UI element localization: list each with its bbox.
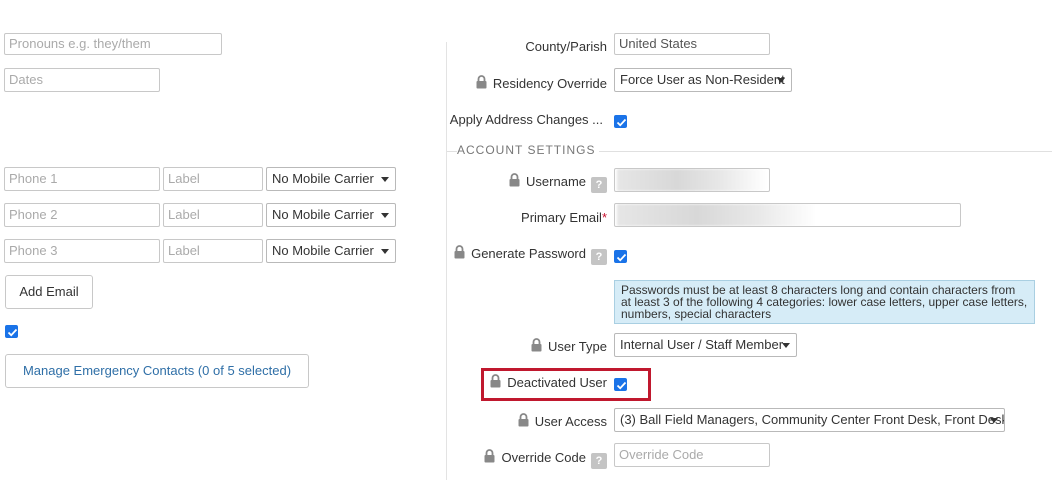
chevron-down-icon: [381, 177, 389, 182]
deactivated-user-highlight: [481, 368, 651, 401]
lock-icon: [484, 449, 495, 463]
residency-override-select[interactable]: Force User as Non-Resident: [614, 68, 792, 92]
phone-3-label-placeholder: Label: [168, 243, 200, 258]
user-type-label-text: User Type: [547, 339, 607, 354]
phone-2-label-placeholder: Label: [168, 207, 200, 222]
lock-icon: [454, 245, 465, 259]
help-icon[interactable]: ?: [591, 249, 607, 265]
user-access-label-text: User Access: [534, 414, 607, 429]
password-requirements-info: Passwords must be at least 8 characters …: [614, 280, 1035, 324]
username-field[interactable]: [614, 168, 770, 192]
phone-1-label-placeholder: Label: [168, 171, 200, 186]
lock-icon: [518, 413, 529, 427]
chevron-down-icon: [381, 249, 389, 254]
apply-address-checkbox[interactable]: [614, 115, 627, 128]
generate-password-label-text: Generate Password: [471, 246, 586, 261]
lock-icon: [509, 173, 520, 187]
phone-3-field[interactable]: Phone 3: [4, 239, 160, 263]
residency-label-text: Residency Override: [492, 76, 607, 91]
override-code-field[interactable]: Override Code: [614, 443, 770, 467]
redacted-email: [617, 204, 817, 226]
phone-3-label-field[interactable]: Label: [163, 239, 263, 263]
phone-2-carrier-value: No Mobile Carrier: [272, 207, 374, 222]
generate-password-checkbox[interactable]: [614, 250, 627, 263]
phone-3-placeholder: Phone 3: [9, 243, 58, 258]
username-label-text: Username: [526, 174, 586, 189]
user-access-select[interactable]: (3) Ball Field Managers, Community Cente…: [614, 408, 1005, 432]
check-icon: [616, 118, 627, 127]
primary-email-field[interactable]: [614, 203, 961, 227]
add-email-label: Add Email: [19, 284, 79, 299]
column-divider: [446, 42, 447, 480]
primary-email-label-text: Primary Email: [521, 210, 602, 225]
help-icon[interactable]: ?: [591, 453, 607, 469]
manage-emergency-contacts-label: Manage Emergency Contacts (0 of 5 select…: [22, 363, 292, 378]
user-type-value: Internal User / Staff Member: [620, 337, 784, 352]
phone-2-placeholder: Phone 2: [9, 207, 58, 222]
chevron-down-icon: [782, 343, 790, 348]
username-label: Username?: [509, 173, 607, 193]
phone-2-label-field[interactable]: Label: [163, 203, 263, 227]
check-icon: [7, 328, 18, 337]
phone-2-field[interactable]: Phone 2: [4, 203, 160, 227]
pronouns-placeholder: Pronouns e.g. they/them: [9, 36, 151, 51]
chevron-down-icon: [777, 78, 785, 83]
manage-emergency-contacts-button[interactable]: Manage Emergency Contacts (0 of 5 select…: [5, 354, 309, 388]
apply-address-label: Apply Address Changes ...: [450, 112, 603, 127]
phone-3-carrier-select[interactable]: No Mobile Carrier: [266, 239, 396, 263]
section-divider-left: [447, 151, 457, 152]
lock-icon: [476, 75, 487, 89]
left-checkbox[interactable]: [5, 325, 18, 338]
primary-email-label: Primary Email*: [521, 210, 607, 225]
pronouns-field[interactable]: Pronouns e.g. they/them: [4, 33, 222, 55]
chevron-down-icon: [381, 213, 389, 218]
dates-field[interactable]: Dates: [4, 68, 160, 92]
section-divider-right: [590, 151, 1052, 152]
generate-password-label: Generate Password?: [454, 245, 607, 265]
phone-2-carrier-select[interactable]: No Mobile Carrier: [266, 203, 396, 227]
user-type-select[interactable]: Internal User / Staff Member: [614, 333, 797, 357]
dates-placeholder: Dates: [9, 72, 43, 87]
residency-override-label: Residency Override: [476, 75, 607, 91]
check-icon: [616, 253, 627, 262]
override-code-label: Override Code?: [484, 449, 607, 469]
lock-icon: [531, 338, 542, 352]
phone-1-carrier-value: No Mobile Carrier: [272, 171, 374, 186]
phone-1-placeholder: Phone 1: [9, 171, 58, 186]
required-indicator: *: [601, 210, 607, 225]
add-email-button[interactable]: Add Email: [5, 275, 93, 309]
override-code-placeholder: Override Code: [619, 447, 704, 462]
apply-address-label-text: Apply Address Changes ...: [449, 112, 603, 127]
chevron-down-icon: [990, 418, 998, 423]
residency-value: Force User as Non-Resident: [620, 72, 785, 87]
county-value: United States: [619, 36, 698, 51]
user-access-value: (3) Ball Field Managers, Community Cente…: [620, 412, 1005, 427]
user-access-label: User Access: [518, 413, 607, 429]
user-type-label: User Type: [531, 338, 607, 354]
override-code-label-text: Override Code: [501, 450, 586, 465]
phone-1-label-field[interactable]: Label: [163, 167, 263, 191]
phone-3-carrier-value: No Mobile Carrier: [272, 243, 374, 258]
county-label-text: County/Parish: [525, 39, 607, 54]
help-icon[interactable]: ?: [591, 177, 607, 193]
county-label: County/Parish: [525, 39, 607, 54]
account-settings-heading: ACCOUNT SETTINGS: [457, 143, 600, 157]
phone-1-field[interactable]: Phone 1: [4, 167, 160, 191]
redacted-username: [617, 169, 767, 191]
county-field[interactable]: United States: [614, 33, 770, 55]
phone-1-carrier-select[interactable]: No Mobile Carrier: [266, 167, 396, 191]
